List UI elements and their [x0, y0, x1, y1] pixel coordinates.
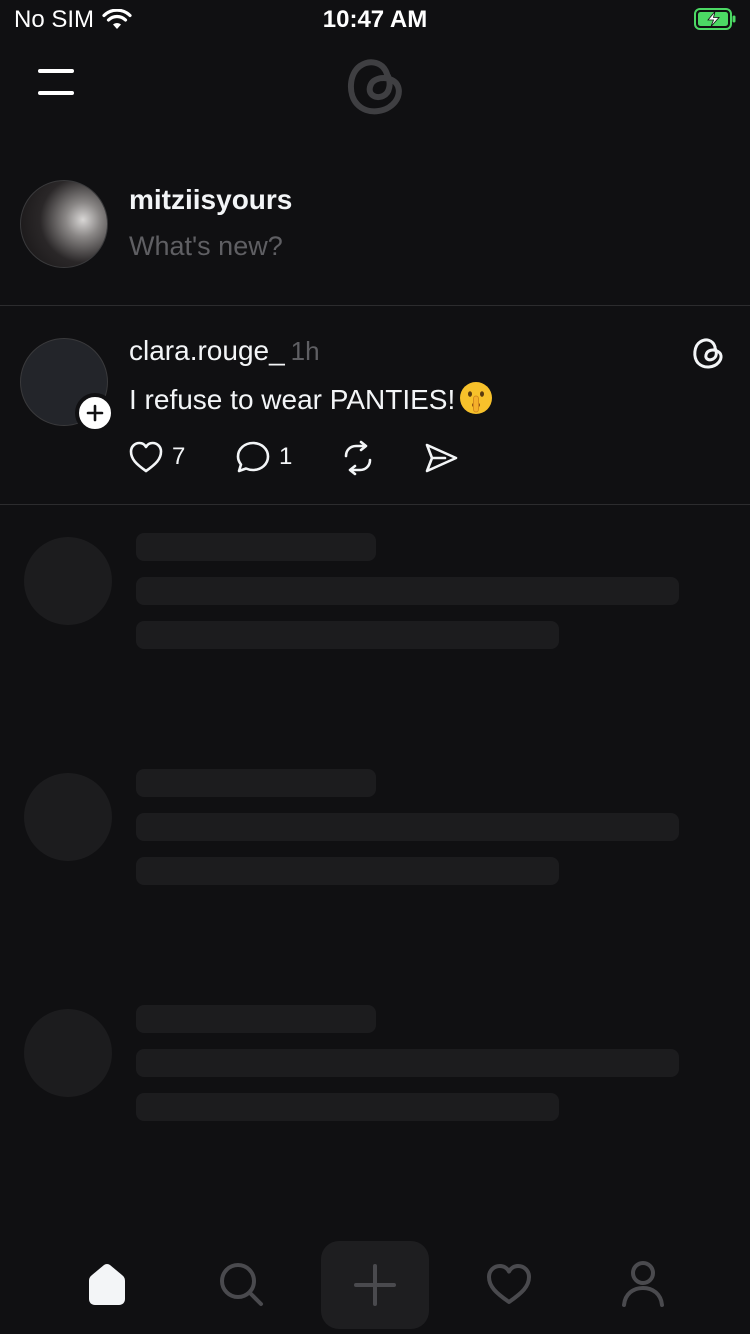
- share-button[interactable]: [423, 440, 459, 476]
- skeleton-avatar: [24, 537, 112, 625]
- skeleton-line: [136, 769, 376, 797]
- skeleton-line: [136, 1005, 376, 1033]
- skeleton-avatar: [24, 1009, 112, 1097]
- post-username[interactable]: clara.rouge_: [129, 335, 285, 366]
- tab-search[interactable]: [211, 1253, 271, 1315]
- repost-button[interactable]: [340, 440, 376, 476]
- plus-icon: [354, 1264, 396, 1306]
- skeleton-line: [136, 1049, 679, 1077]
- post-text-content: I refuse to wear PANTIES!: [129, 384, 456, 415]
- tab-home[interactable]: [77, 1253, 137, 1315]
- send-icon: [425, 443, 458, 473]
- composer-input[interactable]: What's new?: [129, 231, 283, 262]
- tab-activity[interactable]: [479, 1253, 539, 1315]
- composer-avatar[interactable]: [20, 180, 108, 268]
- home-icon: [89, 1263, 125, 1305]
- status-time: 10:47 AM: [322, 6, 428, 33]
- profile-icon: [622, 1261, 664, 1307]
- menu-icon[interactable]: [38, 68, 74, 96]
- post-text: I refuse to wear PANTIES!: [129, 380, 494, 416]
- post-time: 1h: [290, 336, 320, 366]
- skeleton-line: [136, 1093, 559, 1121]
- like-count: 7: [172, 443, 186, 470]
- skeleton-line: [136, 533, 376, 561]
- composer-username: mitziisyours: [129, 184, 293, 215]
- battery-charging-icon: [694, 8, 736, 30]
- shushing-face-emoji-icon: [460, 382, 493, 414]
- post-header: clara.rouge_ 1h: [129, 335, 320, 367]
- divider: [0, 305, 750, 306]
- tab-compose[interactable]: [321, 1241, 429, 1329]
- reply-button[interactable]: 1: [235, 440, 292, 474]
- follow-button[interactable]: [75, 393, 115, 433]
- threads-logo-icon[interactable]: [340, 50, 410, 120]
- skeleton-line: [136, 813, 679, 841]
- comment-icon: [236, 441, 270, 473]
- heart-icon: [487, 1264, 531, 1304]
- like-button[interactable]: 7: [128, 440, 185, 474]
- skeleton-line: [136, 621, 559, 649]
- heart-icon: [129, 441, 163, 473]
- tab-profile[interactable]: [613, 1253, 673, 1315]
- threads-icon: [693, 338, 723, 369]
- divider: [0, 504, 750, 505]
- skeleton-line: [136, 577, 679, 605]
- search-icon: [220, 1263, 263, 1306]
- skeleton-avatar: [24, 773, 112, 861]
- skeleton-line: [136, 857, 559, 885]
- reply-count: 1: [279, 443, 293, 470]
- repost-icon: [344, 440, 372, 476]
- plus-icon: [86, 404, 104, 422]
